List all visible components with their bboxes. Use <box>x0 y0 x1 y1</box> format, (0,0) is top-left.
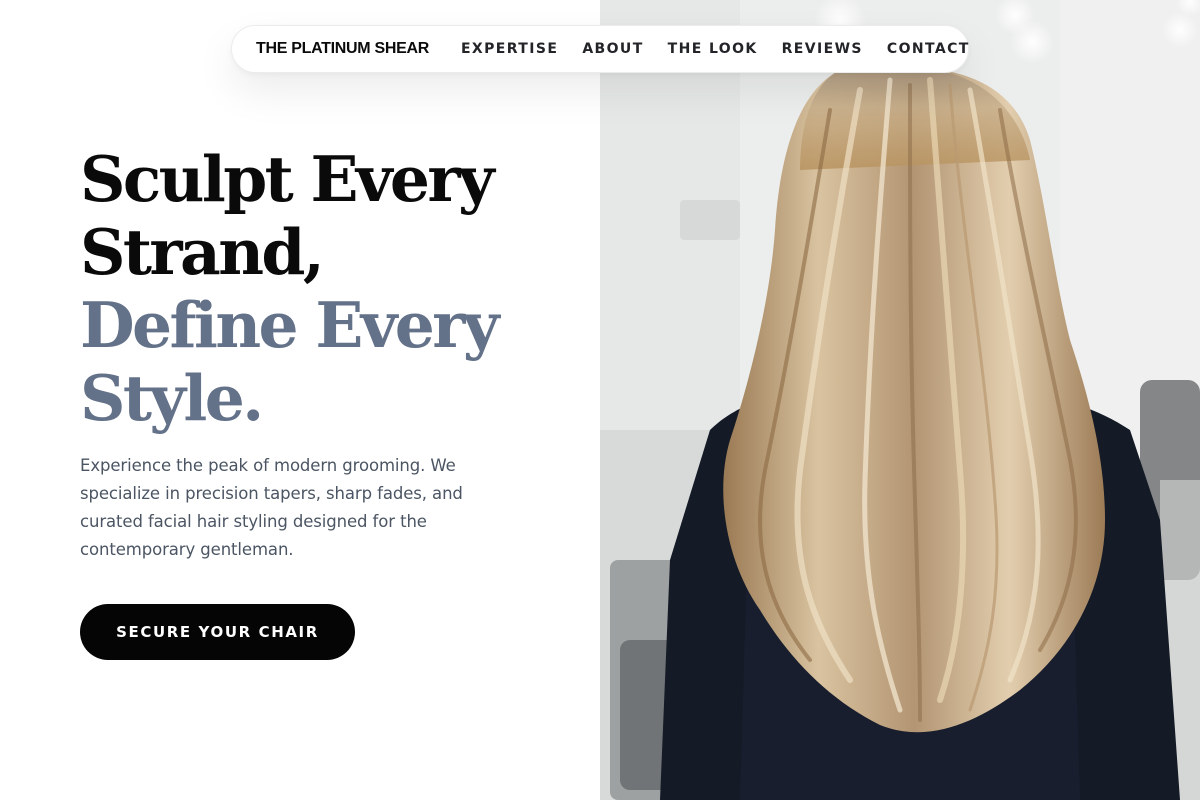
nav-link-contact[interactable]: CONTACT <box>887 41 970 57</box>
hero-photo-illustration <box>600 0 1200 800</box>
nav-link-about[interactable]: ABOUT <box>582 41 643 57</box>
hero-photo <box>600 0 1200 800</box>
top-navigation: THE PLATINUM SHEAR EXPERTISE ABOUT THE L… <box>231 25 969 73</box>
hero-headline: Sculpt Every Strand, Define Every Style. <box>80 143 600 435</box>
headline-line-4: Style. <box>80 361 264 435</box>
nav-links: EXPERTISE ABOUT THE LOOK REVIEWS CONTACT <box>461 41 970 57</box>
nav-link-expertise[interactable]: EXPERTISE <box>461 41 558 57</box>
headline-line-1: Sculpt Every <box>80 142 495 216</box>
brand-logo[interactable]: THE PLATINUM SHEAR <box>256 40 429 58</box>
hero-description: Experience the peak of modern grooming. … <box>80 456 463 559</box>
nav-link-the-look[interactable]: THE LOOK <box>668 41 758 57</box>
nav-link-reviews[interactable]: REVIEWS <box>782 41 863 57</box>
headline-line-2: Strand, <box>80 215 325 289</box>
secure-your-chair-button[interactable]: SECURE YOUR CHAIR <box>80 604 355 660</box>
headline-line-3: Define Every <box>80 288 499 362</box>
